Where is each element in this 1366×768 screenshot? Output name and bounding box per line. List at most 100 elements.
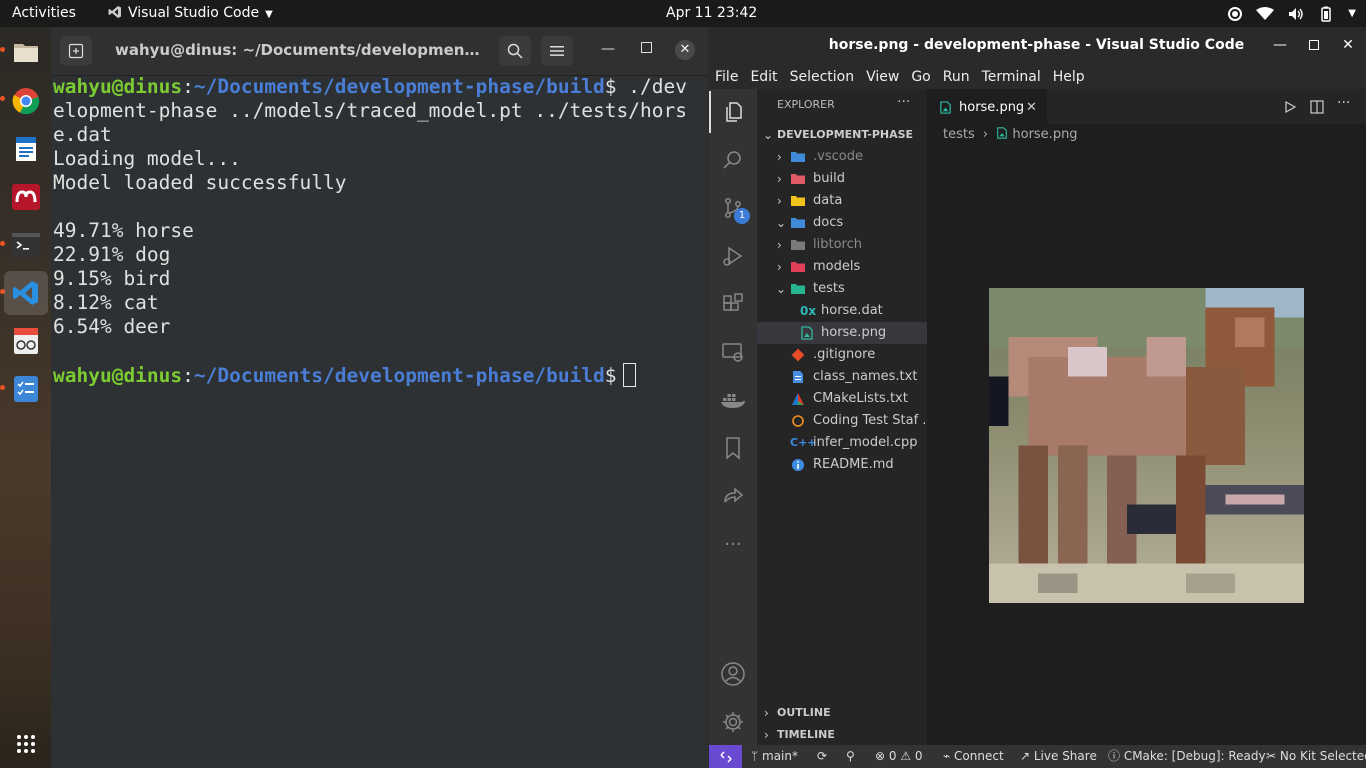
breadcrumb-folder[interactable]: tests	[943, 127, 975, 142]
menu-go[interactable]: Go	[905, 64, 936, 89]
close-tab-icon[interactable]: ✕	[1026, 90, 1037, 125]
system-tray[interactable]: ▼	[1228, 0, 1356, 27]
tree-label: .gitignore	[813, 347, 876, 362]
tree-folder-vscode[interactable]: › .vscode	[757, 146, 927, 168]
problems-status[interactable]: ⊗ 0 ⚠ 0	[875, 745, 923, 768]
plug-icon: ⌁	[943, 749, 955, 763]
outline-section[interactable]: › OUTLINE	[757, 702, 927, 724]
kit-status[interactable]: ✂ No Kit Selected	[1266, 745, 1366, 768]
menu-terminal[interactable]: Terminal	[976, 64, 1047, 89]
prompt-user: wahyu@dinus	[53, 75, 183, 98]
terminal-window[interactable]: wahyu@dinus: ~/Documents/development-pha…	[51, 27, 708, 768]
split-editor-icon[interactable]	[1310, 100, 1324, 114]
sync-icon[interactable]: ⟳	[817, 745, 827, 768]
tree-folder-build[interactable]: › build	[757, 168, 927, 190]
explorer-icon[interactable]	[709, 91, 757, 133]
tree-file-infer-model[interactable]: C++ infer_model.cpp	[757, 432, 927, 454]
tree-folder-libtorch[interactable]: › libtorch	[757, 234, 927, 256]
connect-status[interactable]: ⌁ Connect	[943, 745, 1004, 768]
chrome-icon[interactable]	[4, 79, 48, 123]
more-icon[interactable]: ···	[709, 523, 757, 565]
data-folder-icon	[791, 196, 805, 206]
chevron-down-icon: ⌄	[763, 128, 774, 142]
terminal-header: wahyu@dinus: ~/Documents/development-pha…	[51, 27, 708, 76]
tree-file-horse-png[interactable]: horse.png	[757, 322, 927, 344]
tree-label: tests	[813, 281, 845, 296]
menu-file[interactable]: File	[709, 64, 744, 89]
chevron-right-icon: ›	[764, 706, 769, 720]
menu-edit[interactable]: Edit	[744, 64, 783, 89]
editor-more-icon[interactable]: ···	[1337, 95, 1350, 111]
terminal-icon[interactable]	[4, 223, 48, 267]
vscode-window[interactable]: horse.png - development-phase - Visual S…	[709, 27, 1366, 768]
run-debug-icon[interactable]	[709, 235, 757, 277]
minimize-button[interactable]: —	[1268, 27, 1292, 64]
extensions-icon[interactable]	[709, 283, 757, 325]
source-control-icon[interactable]: 1	[709, 187, 757, 229]
explorer-more-icon[interactable]: ···	[897, 94, 910, 110]
tree-folder-tests[interactable]: ⌄ tests	[757, 278, 927, 300]
show-apps-grid-icon[interactable]	[4, 722, 48, 766]
menu-button[interactable]	[541, 36, 573, 66]
tree-file-gitignore[interactable]: .gitignore	[757, 344, 927, 366]
search-icon[interactable]	[709, 139, 757, 181]
activities-button[interactable]: Activities	[12, 0, 76, 27]
menu-selection[interactable]: Selection	[784, 64, 861, 89]
live-share-icon[interactable]	[709, 475, 757, 517]
clock[interactable]: Apr 11 23:42	[666, 0, 757, 27]
chevron-right-icon: ›	[982, 127, 989, 142]
prompt-line[interactable]: wahyu@dinus:~/Documents/development-phas…	[53, 363, 703, 387]
tree-label: docs	[813, 215, 844, 230]
tree-file-horse-dat[interactable]: 0x horse.dat	[757, 300, 927, 322]
settings-gear-icon[interactable]	[709, 701, 757, 743]
live-share-status[interactable]: ↗ Live Share	[1020, 745, 1097, 768]
reader-icon[interactable]	[4, 319, 48, 363]
mendeley-icon[interactable]	[4, 175, 48, 219]
vscode-small-icon	[108, 6, 121, 18]
breadcrumb-file[interactable]: horse.png	[1012, 127, 1077, 142]
menu-run[interactable]: Run	[937, 64, 976, 89]
close-button[interactable]: ✕	[675, 40, 695, 60]
menu-view[interactable]: View	[860, 64, 905, 89]
maximize-button[interactable]	[641, 42, 652, 53]
git-graph-icon[interactable]: ⚲	[846, 745, 855, 768]
workspace-folder[interactable]: ⌄ DEVELOPMENT-PHASE	[757, 124, 927, 146]
explorer-header: EXPLORER	[777, 98, 835, 111]
files-icon[interactable]	[4, 30, 48, 74]
run-icon[interactable]	[1284, 101, 1296, 113]
prediction-line: 9.15% bird	[53, 267, 171, 290]
timeline-section[interactable]: › TIMELINE	[757, 724, 927, 746]
remote-indicator[interactable]	[709, 745, 742, 768]
tree-file-coding-test[interactable]: Coding Test Staf ...	[757, 410, 927, 432]
maximize-button[interactable]	[1302, 27, 1326, 64]
branch-status[interactable]: ᛘ main*	[751, 745, 798, 768]
tree-folder-models[interactable]: › models	[757, 256, 927, 278]
checklist-icon[interactable]	[4, 367, 48, 411]
app-menu-button[interactable]: Visual Studio Code ▼	[108, 0, 273, 27]
tree-folder-data[interactable]: › data	[757, 190, 927, 212]
vscode-icon[interactable]	[4, 271, 48, 315]
accounts-icon[interactable]	[709, 653, 757, 695]
build-folder-icon	[791, 174, 805, 184]
tree-file-cmakelists[interactable]: CMakeLists.txt	[757, 388, 927, 410]
cmake-label: CMake: [Debug]: Ready	[1123, 749, 1266, 763]
search-button[interactable]	[499, 36, 531, 66]
cmake-status[interactable]: ⓘ CMake: [Debug]: Ready	[1108, 745, 1266, 768]
tree-file-readme[interactable]: README.md	[757, 454, 927, 476]
remote-explorer-icon[interactable]	[709, 331, 757, 373]
menu-help[interactable]: Help	[1047, 64, 1091, 89]
new-tab-button[interactable]	[60, 36, 92, 66]
models-folder-icon	[791, 262, 805, 272]
remote-icon	[719, 750, 732, 763]
command-text: e.dat	[53, 123, 112, 146]
editor-tab-horse-png[interactable]: horse.png ✕	[927, 89, 1047, 125]
minimize-button[interactable]: —	[601, 41, 615, 57]
bookmark-icon[interactable]	[709, 427, 757, 469]
document-icon[interactable]	[4, 127, 48, 171]
terminal-output[interactable]: wahyu@dinus:~/Documents/development-phas…	[53, 75, 703, 387]
tree-file-class-names[interactable]: class_names.txt	[757, 366, 927, 388]
prompt-line: wahyu@dinus:~/Documents/development-phas…	[53, 75, 687, 98]
tree-folder-docs[interactable]: ⌄ docs	[757, 212, 927, 234]
docker-icon[interactable]	[709, 379, 757, 421]
close-button[interactable]: ✕	[1336, 27, 1360, 64]
